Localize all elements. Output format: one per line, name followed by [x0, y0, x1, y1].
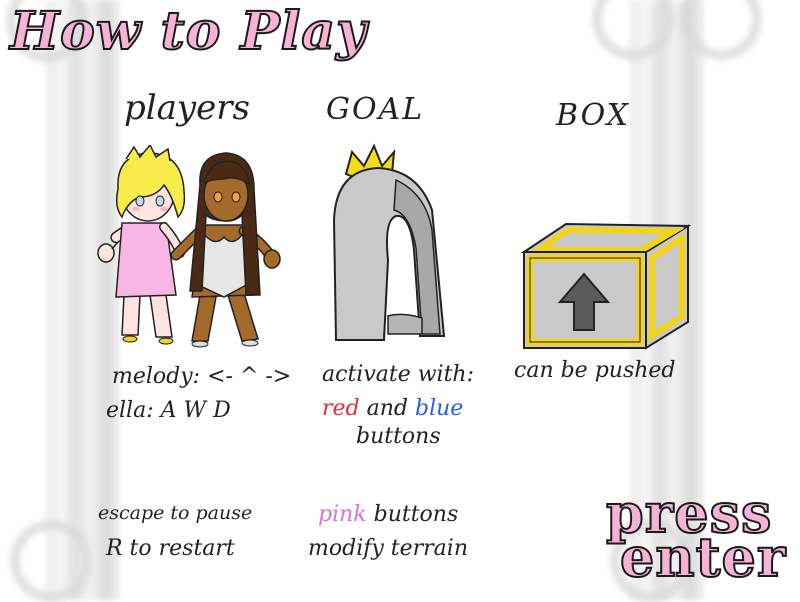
blue-word: blue: [415, 396, 464, 421]
ella-character: [170, 152, 281, 348]
box-description: can be pushed: [514, 358, 676, 383]
goal-heading: GOAL: [326, 92, 425, 127]
players-heading: players: [124, 88, 250, 128]
pink-buttons-word: buttons: [373, 502, 459, 527]
goal-buttons-word: buttons: [356, 424, 441, 449]
pink-buttons-line: pink buttons: [318, 502, 458, 527]
pink-word: pink: [318, 502, 367, 527]
players-illustration: [97, 145, 281, 348]
push-box-illustration: [520, 222, 692, 350]
enter-label[interactable]: enter: [619, 529, 786, 585]
goal-activate-text: activate with:: [322, 362, 475, 387]
restart-hint: R to restart: [106, 536, 235, 561]
goal-arch-illustration: [332, 143, 446, 341]
modify-terrain-text: modify terrain: [308, 536, 469, 561]
melody-character: [97, 145, 186, 345]
pillar-scroll-left-bottom: [10, 520, 92, 602]
and-word: and: [366, 396, 408, 421]
ella-controls: ella: A W D: [106, 398, 231, 423]
box-heading: BOX: [556, 98, 631, 133]
red-word: red: [322, 396, 360, 421]
melody-controls: melody: <- ^ ->: [112, 364, 292, 389]
pause-hint: escape to pause: [98, 502, 253, 524]
page-title: How to Play: [9, 1, 368, 62]
goal-buttons-line: red and blue: [322, 396, 463, 421]
